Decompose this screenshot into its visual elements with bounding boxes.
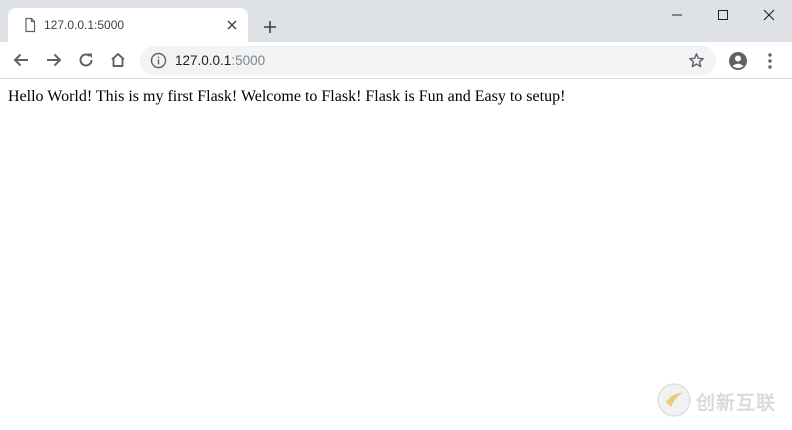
page-icon <box>22 17 38 33</box>
tab-title: 127.0.0.1:5000 <box>44 18 125 32</box>
info-icon[interactable] <box>150 52 167 69</box>
browser-titlebar: 127.0.0.1:5000 <box>0 0 792 42</box>
watermark: 创新互联 <box>654 380 786 422</box>
url-host: 127.0.0.1 <box>175 53 232 68</box>
address-bar[interactable]: 127.0.0.1:5000 <box>140 46 716 75</box>
minimize-icon[interactable] <box>654 0 700 30</box>
page-content: Hello World! This is my first Flask! Wel… <box>0 80 792 430</box>
tab-close-icon[interactable] <box>224 17 240 33</box>
watermark-text: 创新互联 <box>696 392 777 414</box>
maximize-icon[interactable] <box>700 0 746 30</box>
page-body-text: Hello World! This is my first Flask! Wel… <box>8 88 566 105</box>
kebab-menu-icon[interactable] <box>760 50 780 72</box>
url-text[interactable]: 127.0.0.1:5000 <box>175 53 265 68</box>
watermark-logo-icon <box>656 382 692 418</box>
star-icon[interactable] <box>688 52 705 69</box>
window-close-icon[interactable] <box>746 0 792 30</box>
url-port: :5000 <box>231 53 266 68</box>
new-tab-plus-icon[interactable] <box>258 15 282 39</box>
account-icon[interactable] <box>727 50 749 72</box>
browser-tab[interactable]: 127.0.0.1:5000 <box>8 8 248 42</box>
arrow-left-icon[interactable] <box>7 46 35 74</box>
arrow-right-icon[interactable] <box>40 46 68 74</box>
home-icon[interactable] <box>104 46 132 74</box>
reload-icon[interactable] <box>72 46 100 74</box>
browser-toolbar: 127.0.0.1:5000 <box>0 42 792 79</box>
